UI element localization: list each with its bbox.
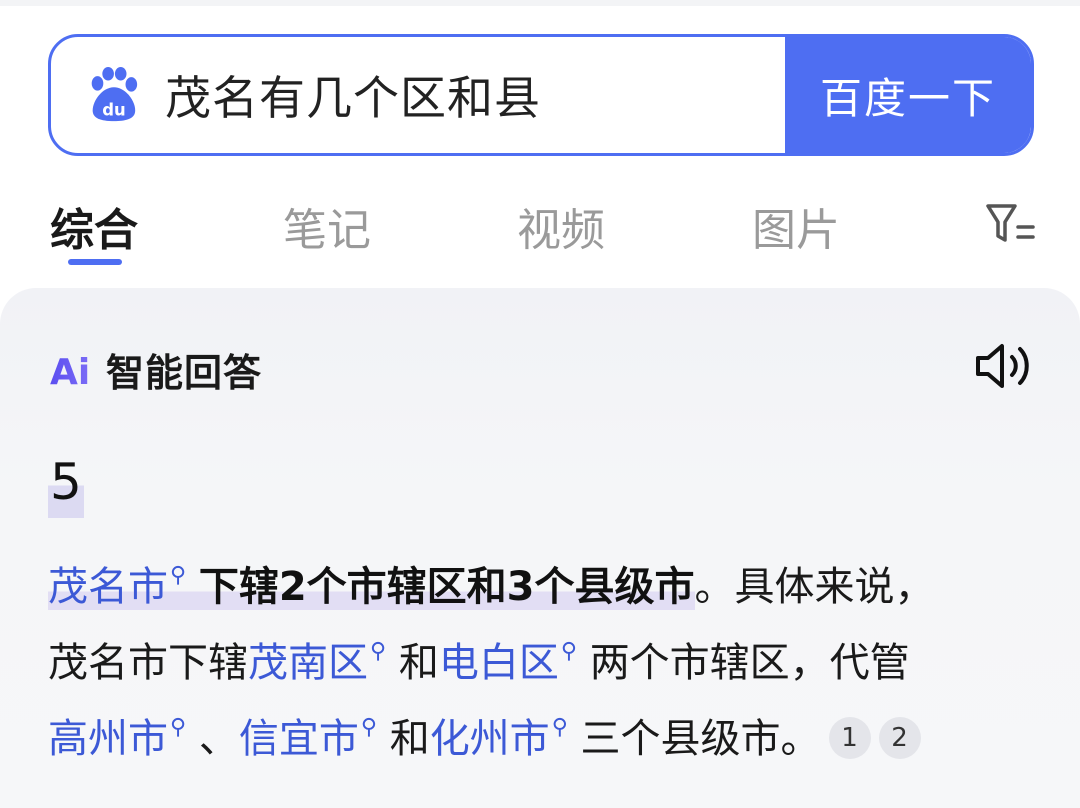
answer-text: 茂名市下辖: [48, 640, 248, 686]
search-hint-icon[interactable]: ⚲: [370, 639, 386, 664]
search-hint-icon[interactable]: ⚲: [170, 563, 186, 588]
answer-summary: 下辖2个市辖区和3个县级市: [198, 564, 695, 610]
answer-text: 和: [398, 640, 439, 686]
search-hint-icon[interactable]: ⚲: [170, 715, 186, 740]
search-button[interactable]: 百度一下: [785, 37, 1031, 153]
result-tabs: 综合 笔记 视频 图片: [0, 180, 1080, 276]
citation-badge[interactable]: 2: [878, 717, 921, 759]
link-huazhou-city[interactable]: 化州市: [430, 716, 550, 762]
answer-line-1: 茂名市⚲ 下辖2个市辖区和3个县级市。具体来说，: [48, 538, 1048, 625]
top-divider: [0, 0, 1080, 6]
tab-images[interactable]: 图片: [752, 194, 840, 258]
search-hint-icon[interactable]: ⚲: [361, 715, 377, 740]
answer-text: 、: [198, 716, 239, 762]
answer-text: 。具体来说，: [694, 564, 935, 610]
ai-answer-card: Ai 智能回答 5 茂名市⚲ 下辖2个市辖区和3个县级市。具体来说， 茂名市下辖…: [0, 288, 1080, 808]
ai-badge-text: Ai: [50, 352, 90, 390]
search-hint-icon[interactable]: ⚲: [552, 715, 568, 740]
baidu-logo-text: du: [102, 100, 125, 119]
answer-line-2: 茂名市下辖茂南区⚲ 和电白区⚲ 两个市辖区，代管: [48, 614, 1048, 701]
tab-videos[interactable]: 视频: [517, 194, 605, 258]
search-query-text: 茂名有几个区和县: [165, 71, 541, 125]
ai-answer-header: Ai 智能回答: [50, 342, 262, 397]
tab-notes[interactable]: 笔记: [283, 194, 371, 258]
ai-logo-icon: Ai: [50, 352, 90, 390]
answer-text: 和: [389, 716, 430, 762]
answer-line-3: 高州市⚲ 、信宜市⚲ 和化州市⚲ 三个县级市。 1 2: [48, 690, 1048, 777]
link-gaozhou-city[interactable]: 高州市: [48, 716, 168, 762]
link-maonan-district[interactable]: 茂南区: [248, 640, 368, 686]
ai-answer-title: 智能回答: [106, 351, 263, 395]
baidu-paw-icon: du: [91, 66, 138, 122]
active-tab-indicator: [68, 259, 122, 265]
search-bar[interactable]: du 茂名有几个区和县 百度一下: [48, 34, 1034, 156]
answer-number: 5: [48, 446, 84, 518]
search-input[interactable]: du 茂名有几个区和县: [51, 37, 785, 153]
citation-badge[interactable]: 1: [828, 717, 871, 759]
link-xinyi-city[interactable]: 信宜市: [239, 716, 359, 762]
search-hint-icon[interactable]: ⚲: [561, 639, 577, 664]
filter-icon[interactable]: [985, 200, 1035, 246]
link-dianbai-district[interactable]: 电白区: [439, 640, 559, 686]
answer-text: 两个市辖区，代管: [589, 640, 910, 686]
answer-text: 三个县级市。: [580, 716, 821, 762]
tab-all[interactable]: 综合: [50, 194, 138, 258]
link-maoming-city[interactable]: 茂名市: [48, 564, 168, 610]
speaker-icon[interactable]: [972, 340, 1034, 392]
